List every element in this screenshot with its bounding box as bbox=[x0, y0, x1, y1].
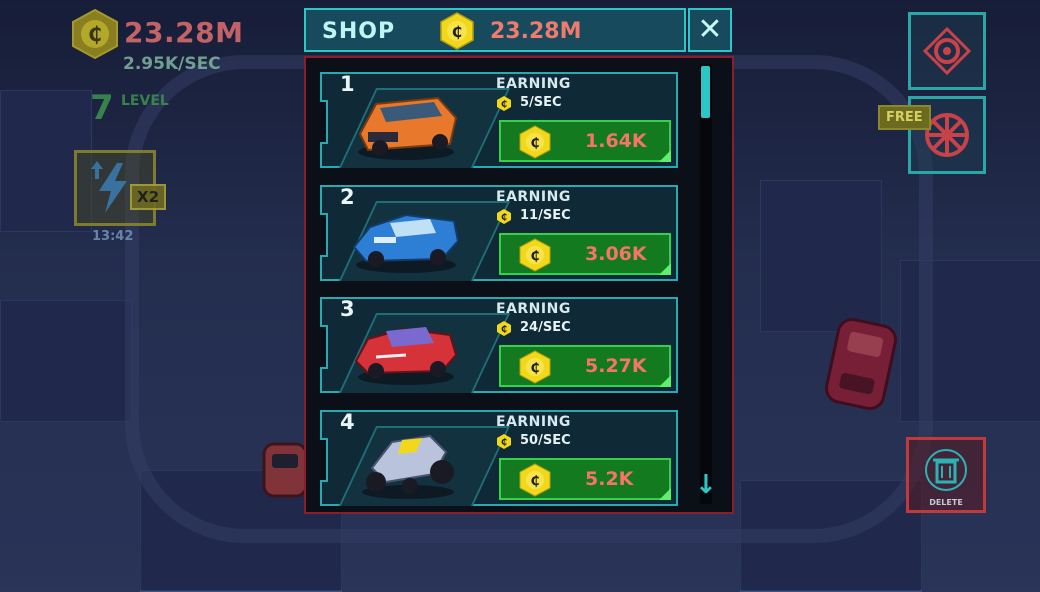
earning-rate: 24/SEC bbox=[520, 320, 571, 335]
coin-icon: ₵ bbox=[519, 238, 551, 272]
shop-header: SHOP ₵ 23.28M bbox=[304, 8, 686, 52]
buy-price: 5.27K bbox=[585, 355, 647, 377]
coin-icon: ₵ bbox=[519, 463, 551, 497]
card-tab bbox=[320, 438, 328, 482]
earning-rate: 11/SEC bbox=[520, 208, 571, 223]
svg-text:₵: ₵ bbox=[501, 100, 507, 110]
scrollbar[interactable] bbox=[700, 64, 712, 504]
svg-text:₵: ₵ bbox=[530, 474, 539, 489]
gear-icon bbox=[922, 26, 972, 76]
shop-item: 2 EARNING ₵ 11/SEC ₵ 3.06K bbox=[320, 185, 678, 281]
buy-price: 3.06K bbox=[585, 243, 647, 265]
shop-item: 4 EARNING ₵ 50/SEC ₵ 5.2K bbox=[320, 410, 678, 506]
buy-button[interactable]: ₵ 3.06K bbox=[499, 233, 671, 275]
buy-button[interactable]: ₵ 1.64K bbox=[499, 120, 671, 162]
svg-text:₵: ₵ bbox=[88, 22, 102, 46]
buy-price: 5.2K bbox=[585, 468, 634, 490]
free-badge: FREE bbox=[878, 105, 931, 130]
earning-rate: 5/SEC bbox=[520, 95, 562, 110]
red-mini-car-icon bbox=[354, 327, 458, 385]
buy-price: 1.64K bbox=[585, 130, 647, 152]
coin-icon: ₵ bbox=[72, 8, 118, 60]
delete-button[interactable]: DELETE bbox=[906, 437, 986, 513]
orange-van-icon bbox=[358, 96, 458, 160]
hud-earning-rate: 2.95K/SEC bbox=[123, 54, 221, 74]
settings-button[interactable] bbox=[908, 12, 986, 90]
scroll-down-icon[interactable]: ↓ bbox=[695, 470, 717, 500]
svg-text:₵: ₵ bbox=[501, 438, 507, 448]
svg-text:₵: ₵ bbox=[452, 23, 462, 41]
coin-icon: ₵ bbox=[497, 96, 511, 111]
coin-icon: ₵ bbox=[519, 125, 551, 159]
boost-timer: 13:42 bbox=[92, 229, 134, 244]
coin-icon: ₵ bbox=[497, 321, 511, 336]
hud-money: 23.28M bbox=[124, 16, 244, 49]
shop-item: 3 EARNING ₵ 24/SEC ₵ 5.27K bbox=[320, 297, 678, 393]
card-tab bbox=[320, 213, 328, 257]
svg-text:₵: ₵ bbox=[530, 249, 539, 264]
buy-button[interactable]: ₵ 5.2K bbox=[499, 458, 671, 500]
earning-label: EARNING bbox=[496, 189, 571, 205]
shop-title: SHOP bbox=[322, 19, 396, 44]
level-label: LEVEL bbox=[121, 93, 169, 109]
close-icon: ✕ bbox=[697, 12, 723, 47]
coin-icon: ₵ bbox=[519, 350, 551, 384]
blue-muscle-car-icon bbox=[352, 213, 460, 273]
earning-label: EARNING bbox=[496, 301, 571, 317]
svg-text:₵: ₵ bbox=[501, 213, 507, 223]
close-button[interactable]: ✕ bbox=[688, 8, 732, 52]
coin-icon: ₵ bbox=[497, 209, 511, 224]
hot-rod-icon bbox=[362, 434, 454, 499]
boost-multiplier: X2 bbox=[130, 184, 167, 210]
svg-text:₵: ₵ bbox=[530, 136, 539, 151]
svg-text:₵: ₵ bbox=[530, 361, 539, 376]
card-tab bbox=[320, 100, 328, 144]
shop-money: 23.28M bbox=[490, 19, 582, 44]
card-tab bbox=[320, 325, 328, 369]
earning-label: EARNING bbox=[496, 414, 571, 430]
earning-label: EARNING bbox=[496, 76, 571, 92]
buy-button[interactable]: ₵ 5.27K bbox=[499, 345, 671, 387]
scrollbar-thumb[interactable] bbox=[701, 66, 710, 118]
coin-icon: ₵ bbox=[440, 12, 474, 50]
delete-label: DELETE bbox=[929, 498, 963, 507]
earning-rate: 50/SEC bbox=[520, 433, 571, 448]
coin-icon: ₵ bbox=[497, 434, 511, 449]
level-number: 7 bbox=[90, 88, 114, 128]
trash-icon bbox=[925, 449, 967, 491]
shop-item: 1 EARNING ₵ 5/SEC ₵ 1.64K bbox=[320, 72, 678, 168]
svg-text:₵: ₵ bbox=[501, 325, 507, 335]
